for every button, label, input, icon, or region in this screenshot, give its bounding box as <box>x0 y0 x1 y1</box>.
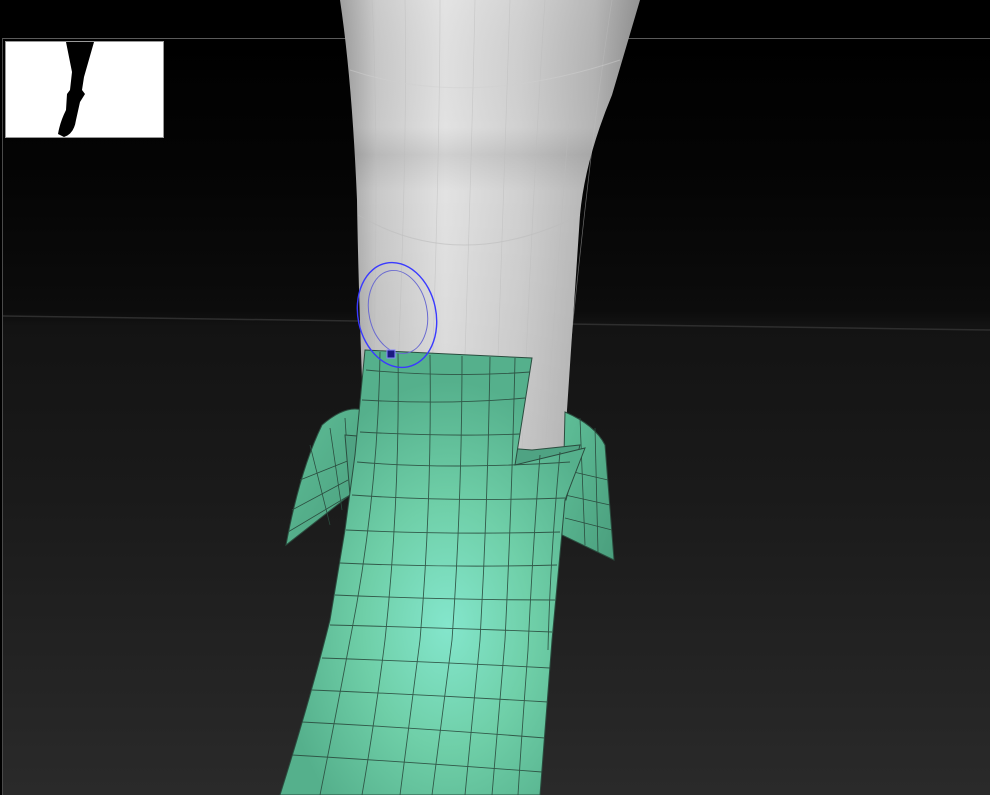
navigator-silhouette <box>58 42 94 137</box>
navigator-thumbnail[interactable] <box>5 41 164 138</box>
sculpt-app <box>0 0 990 795</box>
